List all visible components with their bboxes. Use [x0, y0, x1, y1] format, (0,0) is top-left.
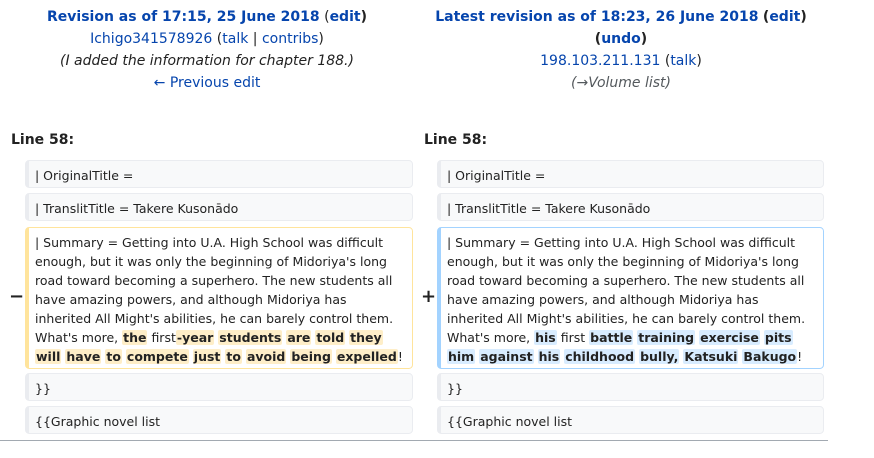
added-line-marker: +: [421, 286, 437, 307]
added-summary-line: | Summary = Getting into U.A. High Schoo…: [437, 227, 824, 369]
removed-word: to: [225, 349, 242, 364]
left-context-translit-title: | TranslitTitle = Takere Kusonādo: [25, 193, 413, 221]
left-revision-header: Revision as of 17:15, 25 June 2018 (edit…: [0, 6, 414, 94]
added-word: pits: [763, 330, 793, 345]
right-edit-close-paren: ): [800, 9, 807, 25]
left-contribs-link[interactable]: contribs: [262, 31, 318, 47]
summary-common-text: | Summary = Getting into U.A. High Schoo…: [447, 235, 806, 345]
removed-word: expelled: [335, 349, 398, 364]
right-revision-header: Latest revision as of 18:23, 26 June 201…: [414, 6, 828, 94]
removed-word: have: [65, 349, 102, 364]
left-talk-close: ): [318, 31, 324, 47]
added-word: exercise: [699, 330, 760, 345]
removed-word: avoid: [245, 349, 287, 364]
added-word: bully,: [639, 349, 680, 364]
added-word: battle: [589, 330, 634, 345]
left-context-closing: }}: [25, 373, 413, 401]
added-word: training: [637, 330, 696, 345]
left-edit-link[interactable]: edit: [330, 9, 361, 25]
right-context-closing: }}: [437, 373, 824, 401]
right-line-number: Line 58:: [424, 132, 488, 148]
removed-word: will: [35, 349, 62, 364]
right-edit-link[interactable]: edit: [769, 9, 800, 25]
removed-word: -year: [175, 330, 215, 345]
undo-link[interactable]: undo: [601, 31, 641, 47]
summary-close: ): [665, 75, 672, 91]
diff-bottom-divider: [0, 440, 828, 441]
left-line-number: Line 58:: [11, 132, 75, 148]
removed-word: they: [349, 330, 383, 345]
left-revision-title-link[interactable]: Revision as of 17:15, 25 June 2018: [47, 9, 320, 25]
right-talk-close: ): [696, 53, 702, 69]
added-word-plain: first: [560, 330, 586, 345]
removed-word: are: [286, 330, 312, 345]
removed-summary-line: | Summary = Getting into U.A. High Schoo…: [25, 227, 413, 369]
right-context-original-title: | OriginalTitle =: [437, 160, 824, 188]
left-sep: |: [248, 31, 262, 47]
added-word: childhood: [564, 349, 636, 364]
left-context-original-title: | OriginalTitle =: [25, 160, 413, 188]
added-end: !: [797, 349, 803, 364]
left-edit-close-paren: ): [360, 9, 367, 25]
summary-common-text: | Summary = Getting into U.A. High Schoo…: [35, 235, 394, 345]
removed-line-marker: −: [9, 286, 25, 307]
removed-word: compete: [125, 349, 189, 364]
summary-section-text: Volume list: [588, 75, 666, 91]
right-talk-link[interactable]: talk: [670, 53, 696, 69]
removed-word: to: [105, 349, 122, 364]
removed-word: being: [290, 349, 332, 364]
removed-word-plain: first: [151, 330, 176, 345]
removed-word: the: [122, 330, 148, 345]
added-word: his: [534, 330, 557, 345]
removed-word: told: [315, 330, 346, 345]
added-word: his: [537, 349, 561, 364]
right-context-translit-title: | TranslitTitle = Takere Kusonādo: [437, 193, 824, 221]
previous-edit-link[interactable]: ← Previous edit: [154, 75, 261, 91]
summary-arrow[interactable]: (→: [571, 75, 588, 91]
undo-close-paren: ): [640, 31, 648, 47]
added-word: him: [447, 349, 476, 364]
left-talk-link[interactable]: talk: [222, 31, 248, 47]
added-word: against: [479, 349, 534, 364]
added-word: Bakugo: [742, 349, 798, 364]
right-edit-summary: (→Volume list): [414, 72, 828, 94]
left-context-graphic-novel: {{Graphic novel list: [25, 406, 413, 434]
added-word: Katsuki: [683, 349, 739, 364]
removed-word: just: [192, 349, 222, 364]
left-user-link[interactable]: Ichigo341578926: [90, 31, 212, 47]
right-context-graphic-novel: {{Graphic novel list: [437, 406, 824, 434]
left-edit-summary: (I added the information for chapter 188…: [60, 53, 354, 69]
removed-end: !: [397, 349, 403, 364]
right-user-link[interactable]: 198.103.211.131: [540, 53, 660, 69]
removed-word: students: [218, 330, 283, 345]
right-revision-title-link[interactable]: Latest revision as of 18:23, 26 June 201…: [435, 9, 758, 25]
